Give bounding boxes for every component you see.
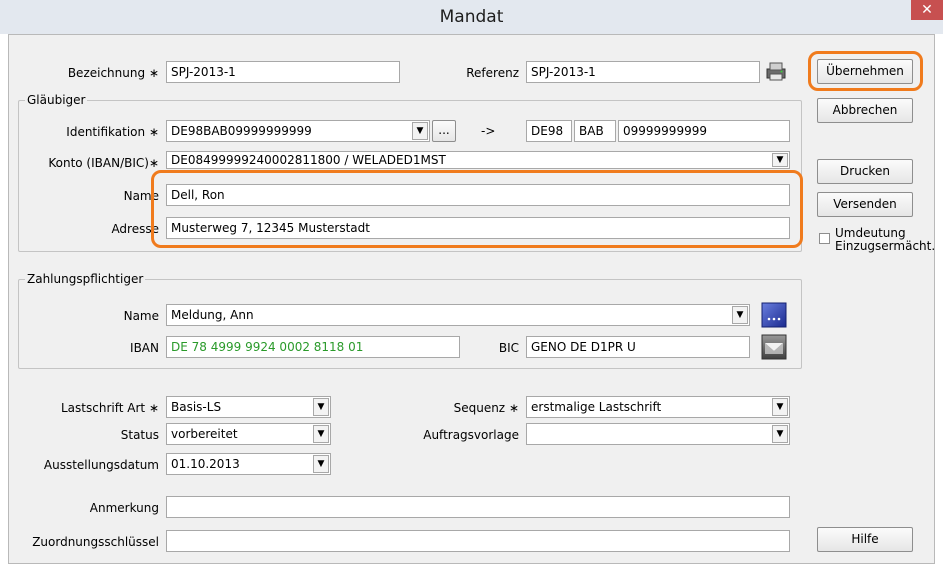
chevron-down-icon[interactable]: ▼ <box>772 153 788 167</box>
sequenz-value: erstmalige Lastschrift <box>531 400 662 414</box>
abbrechen-button[interactable]: Abbrechen <box>817 98 913 123</box>
glaeubiger-group-label: Gläubiger <box>25 93 88 107</box>
zahler-name-label: Name <box>123 309 159 323</box>
konto-select[interactable]: DE08499999240002811800 / WELADED1MST ▼ <box>166 151 790 169</box>
zahlungspflichtiger-group-label: Zahlungspflichtiger <box>25 272 146 286</box>
zahler-name-select[interactable]: Meldung, Ann ▼ <box>166 304 750 326</box>
konto-label: Konto (IBAN/BIC)∗ <box>48 156 159 170</box>
browse-button[interactable]: ... <box>432 120 456 142</box>
iban-label: IBAN <box>130 341 159 355</box>
bic-input[interactable]: GENO DE D1PR U <box>526 336 750 358</box>
window-title: Mandat <box>439 7 504 27</box>
auftragsvorlage-select[interactable]: ▼ <box>526 423 790 445</box>
anmerkung-label: Anmerkung <box>89 501 159 515</box>
title-bar: Mandat ✕ <box>0 0 943 34</box>
lastschrift-art-value: Basis-LS <box>171 400 222 414</box>
id-country-field: DE98 <box>526 120 572 142</box>
bezeichnung-input[interactable]: SPJ-2013-1 <box>166 61 400 83</box>
referenz-label: Referenz <box>466 66 519 80</box>
zuordnungsschluessel-input[interactable] <box>166 530 790 552</box>
sequenz-label: Sequenz ∗ <box>453 401 519 415</box>
lastschrift-art-label: Lastschrift Art ∗ <box>61 401 159 415</box>
drucken-button[interactable]: Drucken <box>817 159 913 184</box>
printer-icon[interactable] <box>765 60 787 82</box>
versenden-button[interactable]: Versenden <box>817 192 913 217</box>
adresse-input[interactable]: Musterweg 7, 12345 Musterstadt <box>166 217 790 239</box>
hilfe-button[interactable]: Hilfe <box>817 527 913 552</box>
close-button[interactable]: ✕ <box>911 0 943 20</box>
referenz-input[interactable]: SPJ-2013-1 <box>526 61 760 83</box>
identifikation-value: DE98BAB09999999999 <box>171 124 312 138</box>
iban-input[interactable]: DE 78 4999 9924 0002 8118 01 <box>166 336 460 358</box>
sequenz-select[interactable]: erstmalige Lastschrift ▼ <box>526 396 790 418</box>
identifikation-label: Identifikation ∗ <box>66 125 159 139</box>
chevron-down-icon[interactable]: ▼ <box>772 398 788 416</box>
status-select[interactable]: vorbereitet ▼ <box>166 423 331 445</box>
address-book-icon[interactable] <box>761 302 787 328</box>
arrow-label: -> <box>481 124 496 138</box>
ausstellungsdatum-label: Ausstellungsdatum <box>43 458 159 472</box>
umdeutung-checkbox[interactable] <box>819 233 830 244</box>
ausstellungsdatum-value: 01.10.2013 <box>171 457 240 471</box>
glaeubiger-name-input[interactable]: Dell, Ron <box>166 184 790 206</box>
lastschrift-art-select[interactable]: Basis-LS ▼ <box>166 396 331 418</box>
identifikation-select[interactable]: DE98BAB09999999999 ▼ <box>166 120 430 142</box>
status-value: vorbereitet <box>171 427 238 441</box>
mandat-dialog: Mandat ✕ Bezeichnung ∗ SPJ-2013-1 Refere… <box>0 0 943 571</box>
chevron-down-icon[interactable]: ▼ <box>313 398 329 416</box>
zahler-name-value: Meldung, Ann <box>171 308 254 322</box>
anmerkung-input[interactable] <box>166 496 790 518</box>
bezeichnung-label: Bezeichnung ∗ <box>67 66 159 80</box>
zuordnungsschluessel-label: Zuordnungsschlüssel <box>32 535 159 549</box>
glaeubiger-name-label: Name <box>123 189 159 203</box>
adresse-label: Adresse <box>111 222 159 236</box>
uebernehmen-button[interactable]: Übernehmen <box>817 59 913 84</box>
ausstellungsdatum-picker[interactable]: 01.10.2013 ▼ <box>166 453 331 475</box>
id-business-field: BAB <box>574 120 616 142</box>
chevron-down-icon[interactable]: ▼ <box>732 306 748 324</box>
chevron-down-icon[interactable]: ▼ <box>313 455 329 473</box>
chevron-down-icon[interactable]: ▼ <box>412 122 428 140</box>
dialog-body: Bezeichnung ∗ SPJ-2013-1 Referenz SPJ-20… <box>8 34 935 564</box>
chevron-down-icon[interactable]: ▼ <box>772 425 788 443</box>
umdeutung-label: Umdeutung Einzugsermächt. <box>835 226 936 253</box>
status-label: Status <box>120 428 159 442</box>
envelope-icon[interactable] <box>761 334 787 360</box>
bic-label: BIC <box>498 341 519 355</box>
id-national-field: 09999999999 <box>618 120 790 142</box>
chevron-down-icon[interactable]: ▼ <box>313 425 329 443</box>
auftragsvorlage-label: Auftragsvorlage <box>423 428 519 442</box>
konto-value: DE08499999240002811800 / WELADED1MST <box>171 153 446 167</box>
